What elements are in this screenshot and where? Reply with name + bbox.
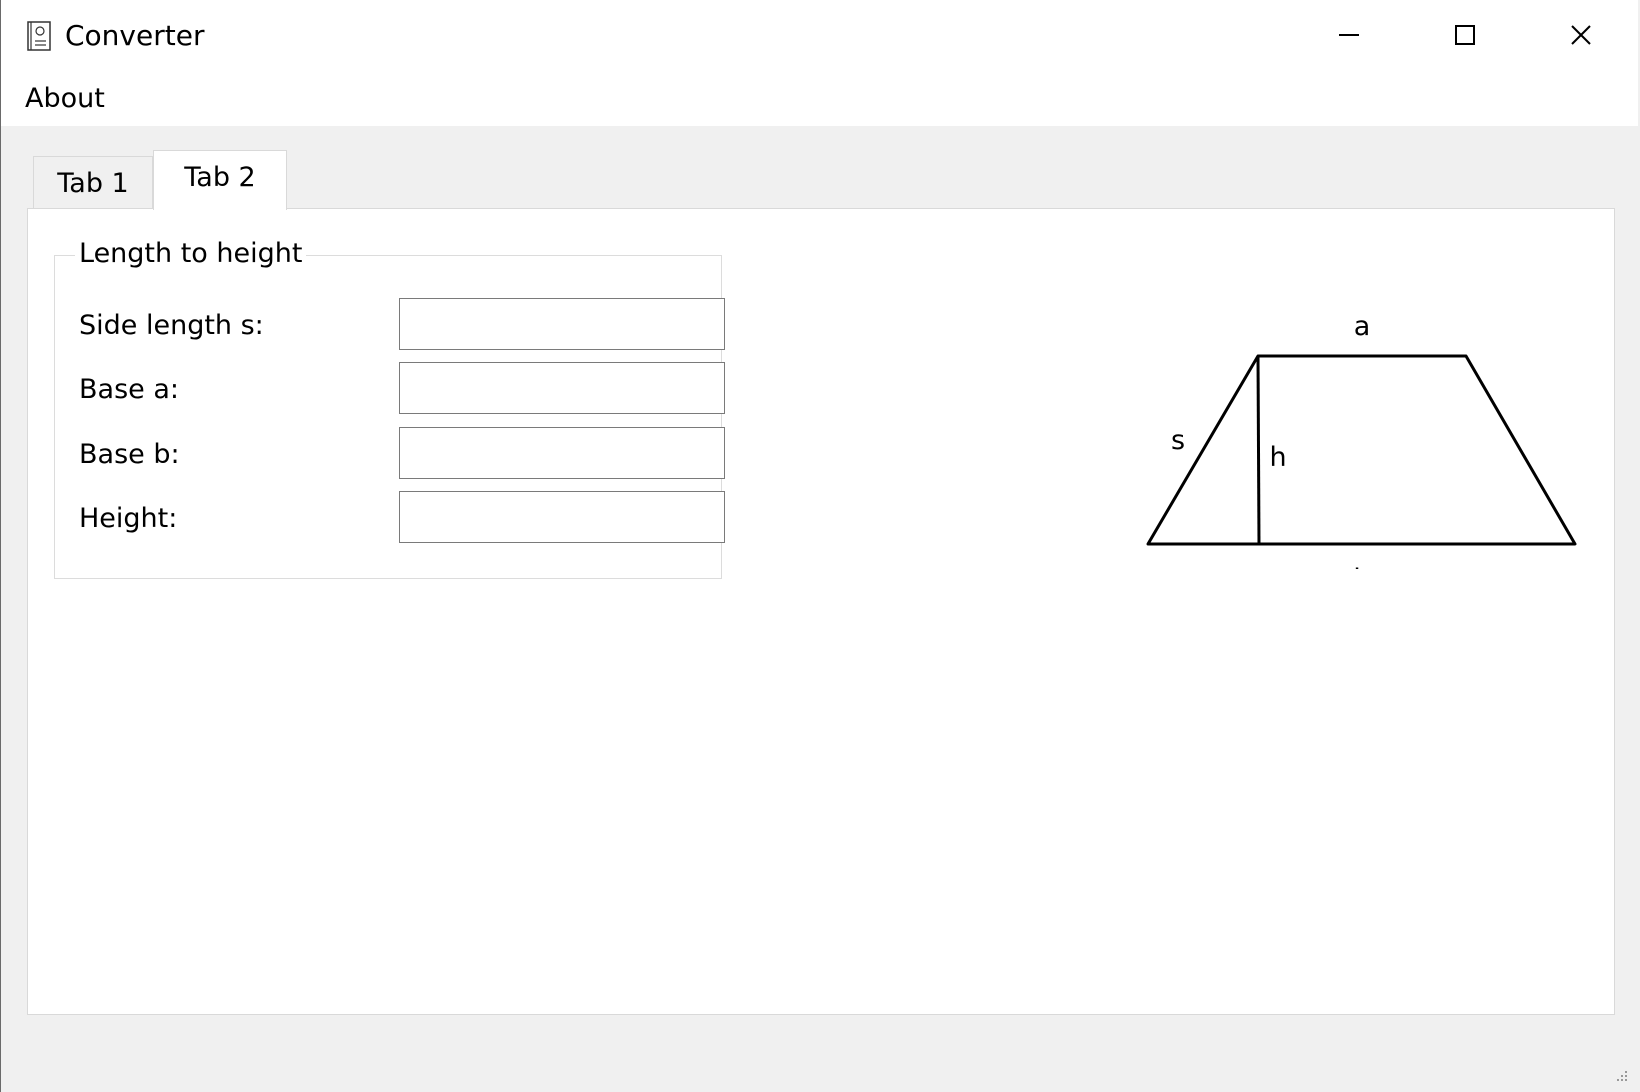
tab-2-label: Tab 2 — [184, 162, 256, 193]
group-title: Length to height — [75, 236, 307, 272]
label-s: s — [1171, 425, 1185, 456]
minimize-icon — [1339, 34, 1359, 36]
height-input[interactable] — [399, 491, 725, 543]
close-icon — [1571, 25, 1591, 45]
tab-1-label: Tab 1 — [57, 168, 129, 199]
label-h: h — [1269, 442, 1286, 473]
tab-2[interactable]: Tab 2 — [153, 150, 287, 210]
tab-1[interactable]: Tab 1 — [33, 156, 153, 208]
minimize-button[interactable] — [1291, 0, 1407, 74]
converter-window: Converter About Tab 1 Tab 2 Length to he — [0, 0, 1640, 1092]
base-a-input[interactable] — [399, 362, 725, 414]
app-book-icon — [26, 21, 52, 51]
title-bar[interactable]: Converter — [1, 0, 1638, 74]
height-line — [1256, 355, 1261, 545]
side-length-input[interactable] — [399, 298, 725, 350]
label-b: b — [1353, 564, 1370, 569]
base-b-input[interactable] — [399, 427, 725, 479]
resize-grip-icon[interactable] — [1614, 1070, 1628, 1084]
base-b-label: Base b: — [79, 439, 180, 470]
label-a: a — [1354, 311, 1371, 342]
tab-panel: Length to height Side length s: Base a: … — [27, 208, 1615, 1015]
trapezoid-diagram: a b s h — [1146, 311, 1577, 569]
trapezoid-shape — [1146, 354, 1577, 546]
base-a-label: Base a: — [79, 374, 179, 405]
window-title: Converter — [65, 19, 205, 52]
close-button[interactable] — [1523, 0, 1639, 74]
maximize-icon — [1455, 25, 1475, 45]
menu-bar: About — [1, 74, 1638, 126]
length-to-height-group: Length to height Side length s: Base a: … — [54, 236, 725, 579]
height-label: Height: — [79, 503, 178, 534]
side-length-label: Side length s: — [79, 310, 264, 341]
maximize-button[interactable] — [1407, 0, 1523, 74]
menu-item-about[interactable]: About — [25, 81, 105, 117]
